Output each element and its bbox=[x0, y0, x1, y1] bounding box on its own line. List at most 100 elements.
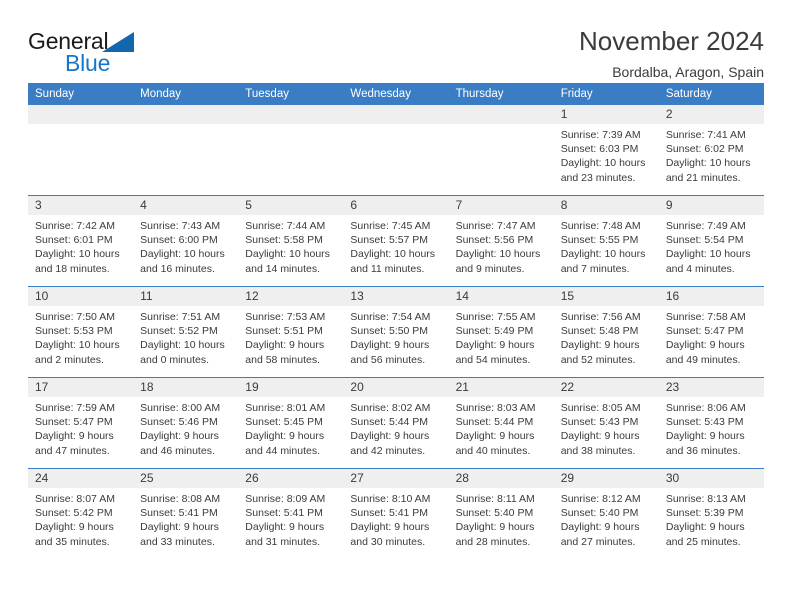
day-number bbox=[448, 105, 554, 124]
sunset-text: Sunset: 6:00 PM bbox=[140, 234, 218, 247]
calendar-day-cell[interactable]: 13 Sunrise: 7:54 AM Sunset: 5:50 PM Dayligh… bbox=[343, 286, 449, 378]
daylight-text-line2: and 25 minutes. bbox=[665, 535, 741, 548]
calendar-day-cell[interactable]: 8 Sunrise: 7:48 AM Sunset: 5:55 PM Daylight… bbox=[553, 195, 659, 287]
sunset-text: Sunset: 5:43 PM bbox=[665, 416, 744, 429]
day-details: Sunrise: 7:55 AM Sunset: 5:49 PM Daylight:… bbox=[449, 306, 554, 367]
calendar-day-cell[interactable]: 20 Sunrise: 8:02 AM Sunset: 5:44 PM Dayligh… bbox=[343, 377, 449, 469]
calendar-day-cell[interactable]: 16 Sunrise: 7:58 AM Sunset: 5:47 PM Dayligh… bbox=[658, 286, 764, 378]
daylight-text-line2: and 42 minutes. bbox=[350, 444, 426, 457]
day-details: Sunrise: 8:07 AM Sunset: 5:42 PM Daylight:… bbox=[28, 488, 133, 549]
calendar-day-cell[interactable]: 14 Sunrise: 7:55 AM Sunset: 5:49 PM Dayligh… bbox=[448, 286, 554, 378]
day-details: Sunrise: 8:10 AM Sunset: 5:41 PM Daylight:… bbox=[343, 488, 448, 549]
calendar-day-cell[interactable]: 24 Sunrise: 8:07 AM Sunset: 5:42 PM Dayligh… bbox=[28, 468, 134, 559]
sunset-text: Sunset: 6:02 PM bbox=[665, 143, 744, 156]
calendar-day-cell-empty bbox=[133, 105, 239, 196]
calendar-day-cell[interactable]: 15 Sunrise: 7:56 AM Sunset: 5:48 PM Dayligh… bbox=[553, 286, 659, 378]
calendar-day-cell[interactable]: 3 Sunrise: 7:42 AM Sunset: 6:01 PM Daylight… bbox=[28, 195, 134, 287]
logo-triangle-icon bbox=[102, 32, 134, 52]
calendar-day-cell[interactable]: 25 Sunrise: 8:08 AM Sunset: 5:41 PM Dayligh… bbox=[133, 468, 239, 559]
day-details: Sunrise: 8:00 AM Sunset: 5:46 PM Daylight:… bbox=[133, 397, 238, 458]
calendar-day-cell[interactable]: 6 Sunrise: 7:45 AM Sunset: 5:57 PM Daylight… bbox=[343, 195, 449, 287]
calendar-day-cell[interactable]: 17 Sunrise: 7:59 AM Sunset: 5:47 PM Dayligh… bbox=[28, 377, 134, 469]
daylight-text-line1: Daylight: 10 hours bbox=[455, 248, 541, 261]
calendar-day-cell[interactable]: 12 Sunrise: 7:53 AM Sunset: 5:51 PM Dayligh… bbox=[238, 286, 344, 378]
day-number: 6 bbox=[343, 196, 449, 215]
title-block: November 2024 Bordalba, Aragon, Spain bbox=[579, 26, 764, 82]
calendar-day-cell[interactable]: 21 Sunrise: 8:03 AM Sunset: 5:44 PM Dayligh… bbox=[448, 377, 554, 469]
daylight-text-line2: and 4 minutes. bbox=[665, 262, 735, 275]
day-number: 15 bbox=[553, 287, 659, 306]
page-header: General Blue November 2024 Bordalba, Ara… bbox=[28, 0, 764, 80]
sunrise-text: Sunrise: 7:41 AM bbox=[665, 129, 746, 141]
sunrise-text: Sunrise: 8:02 AM bbox=[350, 402, 431, 414]
calendar-day-cell[interactable]: 29 Sunrise: 8:12 AM Sunset: 5:40 PM Dayligh… bbox=[553, 468, 659, 559]
calendar-page: General Blue November 2024 Bordalba, Ara… bbox=[0, 0, 792, 612]
sunset-text: Sunset: 5:50 PM bbox=[350, 325, 429, 338]
calendar-day-cell[interactable]: 10 Sunrise: 7:50 AM Sunset: 5:53 PM Dayligh… bbox=[28, 286, 134, 378]
calendar-day-cell[interactable]: 4 Sunrise: 7:43 AM Sunset: 6:00 PM Daylight… bbox=[133, 195, 239, 287]
day-number: 14 bbox=[448, 287, 554, 306]
calendar-day-cell[interactable]: 27 Sunrise: 8:10 AM Sunset: 5:41 PM Dayligh… bbox=[343, 468, 449, 559]
sunset-text: Sunset: 5:57 PM bbox=[350, 234, 429, 247]
calendar-day-cell[interactable]: 18 Sunrise: 8:00 AM Sunset: 5:46 PM Dayligh… bbox=[133, 377, 239, 469]
day-details: Sunrise: 7:58 AM Sunset: 5:47 PM Daylight:… bbox=[659, 306, 764, 367]
calendar-day-cell[interactable]: 23 Sunrise: 8:06 AM Sunset: 5:43 PM Dayligh… bbox=[658, 377, 764, 469]
daylight-text-line1: Daylight: 9 hours bbox=[560, 521, 640, 534]
sunrise-text: Sunrise: 7:47 AM bbox=[455, 220, 536, 232]
daylight-text-line2: and 58 minutes. bbox=[245, 353, 320, 366]
day-details: Sunrise: 8:09 AM Sunset: 5:41 PM Daylight:… bbox=[238, 488, 343, 549]
calendar-week-row: 1 Sunrise: 7:39 AM Sunset: 6:03 PM Daylight… bbox=[28, 105, 764, 196]
sunrise-text: Sunrise: 7:54 AM bbox=[350, 311, 431, 323]
daylight-text-line1: Daylight: 9 hours bbox=[665, 339, 745, 352]
calendar-day-cell[interactable]: 2 Sunrise: 7:41 AM Sunset: 6:02 PM Daylight… bbox=[658, 105, 764, 196]
daylight-text-line2: and 11 minutes. bbox=[350, 262, 425, 275]
day-number: 21 bbox=[448, 378, 554, 397]
sunrise-text: Sunrise: 7:42 AM bbox=[35, 220, 115, 232]
day-details: Sunrise: 7:42 AM Sunset: 6:01 PM Daylight:… bbox=[28, 215, 133, 276]
daylight-text-line2: and 23 minutes. bbox=[560, 171, 636, 184]
calendar-day-cell[interactable]: 26 Sunrise: 8:09 AM Sunset: 5:41 PM Dayligh… bbox=[238, 468, 344, 559]
daylight-text-line1: Daylight: 10 hours bbox=[560, 248, 646, 261]
sunset-text: Sunset: 5:41 PM bbox=[350, 507, 429, 520]
daylight-text-line2: and 52 minutes. bbox=[560, 353, 636, 366]
sunrise-text: Sunrise: 8:11 AM bbox=[455, 493, 535, 505]
daylight-text-line1: Daylight: 9 hours bbox=[665, 430, 745, 443]
weekday-header-friday: Friday bbox=[553, 83, 659, 105]
calendar-day-cell[interactable]: 30 Sunrise: 8:13 AM Sunset: 5:39 PM Dayligh… bbox=[658, 468, 764, 559]
day-number: 5 bbox=[238, 196, 344, 215]
daylight-text-line1: Daylight: 10 hours bbox=[350, 248, 436, 261]
calendar-day-cell[interactable]: 28 Sunrise: 8:11 AM Sunset: 5:40 PM Dayligh… bbox=[448, 468, 554, 559]
sunrise-text: Sunrise: 8:03 AM bbox=[455, 402, 536, 414]
daylight-text-line2: and 14 minutes. bbox=[245, 262, 320, 275]
daylight-text-line1: Daylight: 9 hours bbox=[245, 339, 325, 352]
calendar-day-cell[interactable]: 7 Sunrise: 7:47 AM Sunset: 5:56 PM Daylight… bbox=[448, 195, 554, 287]
daylight-text-line1: Daylight: 10 hours bbox=[560, 157, 646, 170]
calendar-day-cell[interactable]: 22 Sunrise: 8:05 AM Sunset: 5:43 PM Dayligh… bbox=[553, 377, 659, 469]
daylight-text-line2: and 44 minutes. bbox=[245, 444, 320, 457]
daylight-text-line2: and 18 minutes. bbox=[35, 262, 110, 275]
weekday-header-sunday: Sunday bbox=[28, 83, 134, 105]
sunrise-text: Sunrise: 8:05 AM bbox=[560, 402, 641, 414]
daylight-text-line2: and 0 minutes. bbox=[140, 353, 210, 366]
generalblue-logo[interactable]: General Blue bbox=[28, 26, 148, 78]
weekday-header-tuesday: Tuesday bbox=[238, 83, 344, 105]
calendar-day-cell[interactable]: 19 Sunrise: 8:01 AM Sunset: 5:45 PM Dayligh… bbox=[238, 377, 344, 469]
sunset-text: Sunset: 6:03 PM bbox=[560, 143, 639, 156]
calendar-day-cell[interactable]: 9 Sunrise: 7:49 AM Sunset: 5:54 PM Daylight… bbox=[658, 195, 764, 287]
day-details: Sunrise: 8:02 AM Sunset: 5:44 PM Daylight:… bbox=[343, 397, 448, 458]
calendar-day-cell[interactable]: 1 Sunrise: 7:39 AM Sunset: 6:03 PM Daylight… bbox=[553, 105, 659, 196]
daylight-text-line1: Daylight: 9 hours bbox=[350, 430, 430, 443]
daylight-text-line1: Daylight: 9 hours bbox=[560, 430, 640, 443]
day-number: 30 bbox=[658, 469, 764, 488]
calendar-day-cell[interactable]: 5 Sunrise: 7:44 AM Sunset: 5:58 PM Daylight… bbox=[238, 195, 344, 287]
weekday-header-saturday: Saturday bbox=[658, 83, 764, 105]
day-number: 7 bbox=[448, 196, 554, 215]
day-details: Sunrise: 8:05 AM Sunset: 5:43 PM Daylight:… bbox=[554, 397, 659, 458]
daylight-text-line1: Daylight: 10 hours bbox=[140, 339, 225, 352]
calendar-day-cell[interactable]: 11 Sunrise: 7:51 AM Sunset: 5:52 PM Dayligh… bbox=[133, 286, 239, 378]
sunset-text: Sunset: 5:47 PM bbox=[665, 325, 744, 338]
sunrise-text: Sunrise: 8:06 AM bbox=[665, 402, 746, 414]
sunset-text: Sunset: 5:40 PM bbox=[455, 507, 534, 520]
daylight-text-line2: and 16 minutes. bbox=[140, 262, 215, 275]
day-number: 26 bbox=[238, 469, 344, 488]
